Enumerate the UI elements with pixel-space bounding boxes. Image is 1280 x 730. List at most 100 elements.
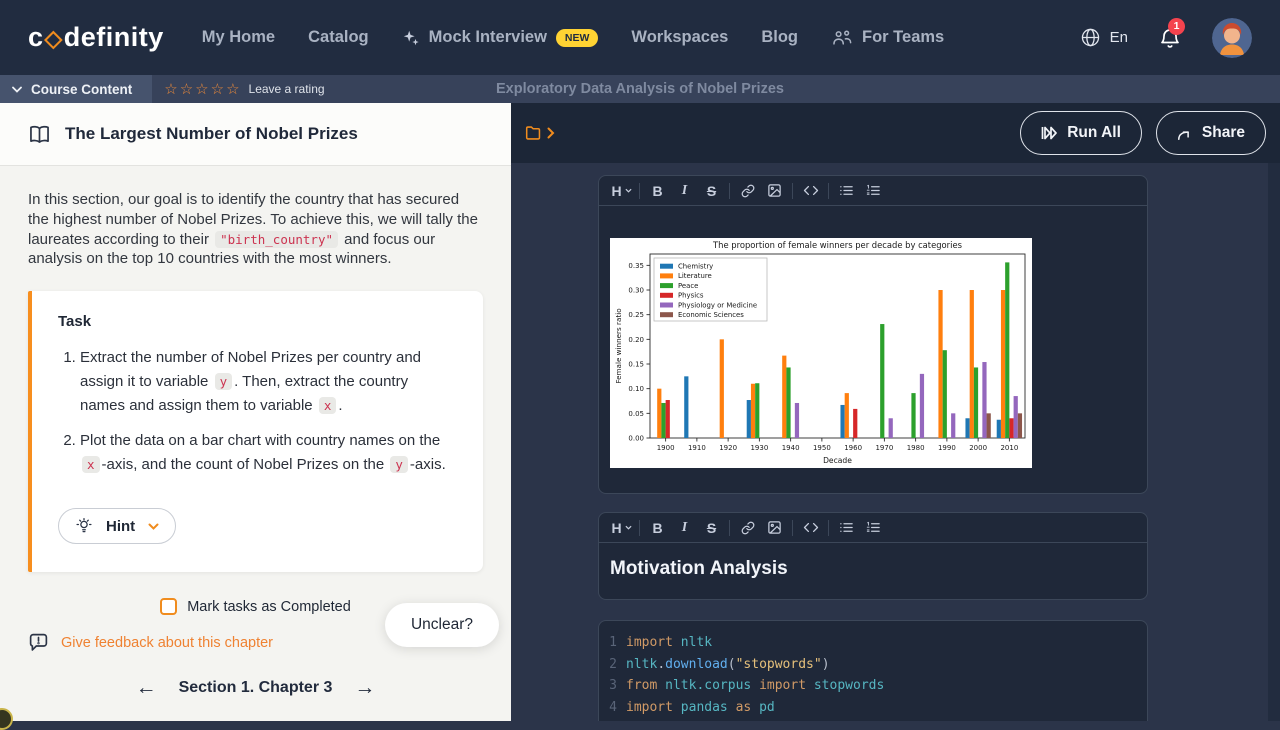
code-button[interactable] [797, 513, 824, 542]
markdown-toolbar: H B I S [599, 513, 1147, 543]
inline-code: x [319, 397, 337, 414]
unclear-button[interactable]: Unclear? [385, 603, 499, 647]
course-bar: Exploratory Data Analysis of Nobel Prize… [0, 75, 1280, 103]
mark-completed-checkbox[interactable] [160, 598, 177, 615]
svg-text:Physics: Physics [678, 292, 704, 300]
task-list: Extract the number of Nobel Prizes per c… [58, 346, 457, 477]
svg-text:Decade: Decade [823, 456, 852, 465]
inline-code: y [215, 373, 233, 390]
toolbar-divider [729, 520, 730, 536]
chevron-down-icon [148, 523, 159, 530]
markdown-toolbar: H B I S [599, 176, 1147, 206]
bold-button[interactable]: B [644, 513, 671, 542]
bold-button[interactable]: B [644, 176, 671, 205]
logo-text: c [28, 22, 44, 53]
svg-text:0.20: 0.20 [628, 336, 644, 344]
nav-item-for-teams[interactable]: For Teams [831, 28, 944, 47]
code-button[interactable] [797, 176, 824, 205]
italic-button[interactable]: I [671, 176, 698, 205]
logo-diamond-icon: ◇ [45, 25, 63, 52]
chart: The proportion of female winners per dec… [610, 238, 1032, 468]
logo-text: definity [64, 22, 164, 53]
nav-item-catalog[interactable]: Catalog [308, 28, 369, 47]
code-line[interactable]: 1import nltk [599, 632, 1147, 654]
link-button[interactable] [734, 513, 761, 542]
file-tree-toggle[interactable] [525, 125, 555, 141]
svg-text:0.10: 0.10 [628, 385, 644, 393]
toolbar-divider [828, 520, 829, 536]
nav-item-workspaces[interactable]: Workspaces [631, 28, 728, 47]
italic-button[interactable]: I [671, 513, 698, 542]
image-button[interactable] [761, 513, 788, 542]
run-all-button[interactable]: Run All [1020, 111, 1142, 155]
bullet-list-button[interactable] [833, 513, 860, 542]
markdown-cell-chart: H B I S The proportion of female winners… [598, 175, 1148, 494]
rating-stars: ☆☆☆☆☆ [164, 82, 241, 97]
chapter-title: The Largest Number of Nobel Prizes [65, 124, 358, 144]
code-line[interactable]: 4import pandas as pd [599, 697, 1147, 719]
svg-text:1990: 1990 [938, 444, 956, 452]
chapter-intro: In this section, our goal is to identify… [28, 190, 483, 269]
share-icon [1177, 126, 1193, 141]
share-button[interactable]: Share [1156, 111, 1266, 155]
course-content-toggle[interactable]: Course Content [0, 75, 152, 103]
toolbar-divider [639, 183, 640, 199]
code-cell[interactable]: 1import nltk2nltk.download("stopwords")3… [598, 620, 1148, 721]
notebook-area: H B I S The proportion of female winners… [511, 163, 1280, 721]
svg-text:Peace: Peace [678, 282, 698, 290]
svg-text:1940: 1940 [782, 444, 800, 452]
svg-text:1920: 1920 [719, 444, 737, 452]
task-card: Task Extract the number of Nobel Prizes … [28, 291, 483, 572]
toolbar-divider [792, 520, 793, 536]
user-avatar[interactable] [1212, 18, 1252, 58]
svg-text:0.25: 0.25 [628, 311, 644, 319]
ordered-list-button[interactable] [860, 513, 887, 542]
star-icon[interactable]: ☆ [195, 82, 208, 97]
heading-button[interactable]: H [608, 513, 635, 542]
lesson-header: The Largest Number of Nobel Prizes [0, 103, 511, 166]
star-icon[interactable]: ☆ [226, 82, 239, 97]
task-item: Plot the data on a bar chart with countr… [80, 429, 457, 477]
prev-chapter-arrow[interactable]: ← [136, 677, 157, 698]
strikethrough-button[interactable]: S [698, 513, 725, 542]
svg-text:2010: 2010 [1000, 444, 1018, 452]
markdown-content[interactable]: Motivation Analysis [599, 543, 1147, 599]
markdown-heading: Motivation Analysis [610, 558, 1136, 580]
svg-text:0.35: 0.35 [628, 262, 644, 270]
workspace-panel: Run All Share H B I S [511, 103, 1280, 721]
ordered-list-button[interactable] [860, 176, 887, 205]
svg-text:Chemistry: Chemistry [678, 263, 713, 271]
nav-item-my-home[interactable]: My Home [202, 28, 275, 47]
star-icon[interactable]: ☆ [211, 82, 224, 97]
svg-text:2000: 2000 [969, 444, 987, 452]
inline-code: "birth_country" [215, 231, 338, 248]
globe-icon [1080, 27, 1101, 48]
codefinity-logo[interactable]: c◇definity [28, 22, 164, 53]
code-line[interactable]: 2nltk.download("stopwords") [599, 654, 1147, 676]
star-icon[interactable]: ☆ [180, 82, 193, 97]
task-heading: Task [58, 313, 457, 330]
heading-button[interactable]: H [608, 176, 635, 205]
workspace-actions: Run All Share [1020, 111, 1266, 155]
code-line[interactable]: 3from nltk.corpus import stopwords [599, 675, 1147, 697]
nav-item-mock-interview[interactable]: Mock Interview NEW [402, 28, 599, 47]
hint-button[interactable]: Hint [58, 508, 176, 544]
chat-widget-peek[interactable] [0, 708, 13, 730]
image-button[interactable] [761, 176, 788, 205]
people-icon [831, 29, 853, 46]
strikethrough-button[interactable]: S [698, 176, 725, 205]
next-chapter-arrow[interactable]: → [354, 677, 375, 698]
section-chapter-label: Section 1. Chapter 3 [179, 679, 333, 697]
bullet-list-button[interactable] [833, 176, 860, 205]
svg-text:1900: 1900 [657, 444, 675, 452]
notifications-bell[interactable]: 1 [1158, 26, 1182, 50]
star-icon[interactable]: ☆ [164, 82, 177, 97]
nav-item-blog[interactable]: Blog [761, 28, 798, 47]
link-button[interactable] [734, 176, 761, 205]
svg-text:0.15: 0.15 [628, 361, 644, 369]
toolbar-divider [729, 183, 730, 199]
sparkles-icon [402, 29, 420, 47]
svg-text:Female winners ratio: Female winners ratio [614, 308, 623, 383]
language-selector[interactable]: En [1080, 27, 1128, 48]
scrollbar-track[interactable] [1268, 163, 1280, 721]
